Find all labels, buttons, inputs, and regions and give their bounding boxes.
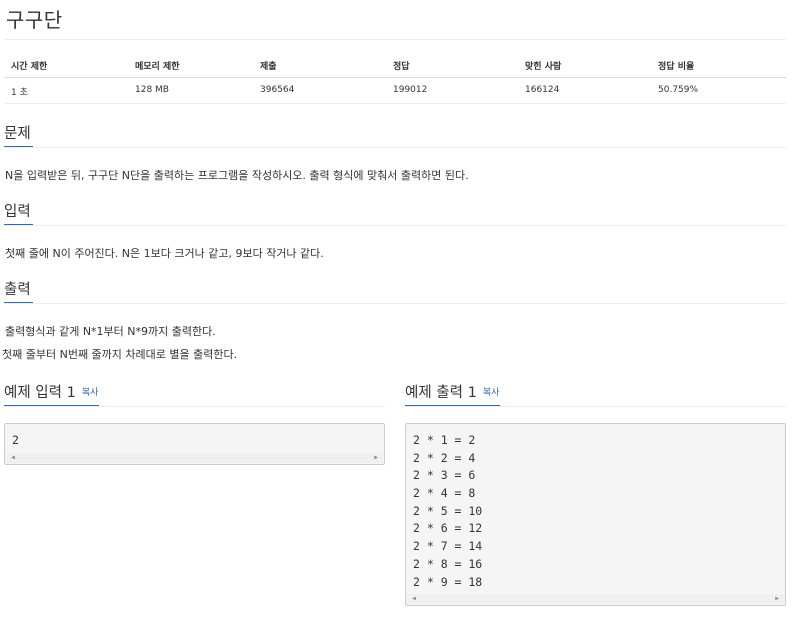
scroll-left-arrow-icon[interactable]: ◀ (409, 594, 419, 604)
sample-output-heading: 예제 출력 1 복사 (405, 381, 499, 402)
sample-output-line: 2 * 6 = 12 (413, 521, 483, 536)
sample-output-line: 2 * 2 = 4 (413, 450, 476, 465)
sample-output-line: 2 * 3 = 6 (413, 468, 476, 483)
input-divider (4, 225, 786, 226)
problem-info-table: 시간 제한 메모리 제한 제출 정답 맞힌 사람 정답 비율 1 초 128 M… (4, 53, 786, 104)
header-memory-limit: 메모리 제한 (135, 62, 180, 72)
problem-info-value-row: 1 초 128 MB 396564 199012 166124 50.759% (4, 79, 786, 104)
sample-input-scrollbar[interactable]: ◀ ▶ (6, 453, 383, 463)
sample-output-title: 예제 출력 1 (405, 385, 477, 401)
description-heading: 문제 (4, 126, 31, 142)
description-text: N을 입력받은 뒤, 구구단 N단을 출력하는 프로그램을 작성하시오. 출력 … (5, 169, 469, 182)
sample-output-box[interactable]: 2 * 1 = 2 2 * 2 = 4 2 * 3 = 6 2 * 4 = 8 2 * … (405, 423, 786, 606)
header-submissions: 제출 (260, 62, 277, 72)
value-memory-limit: 128 MB (135, 85, 169, 95)
sample-output-copy-link[interactable]: 복사 (483, 388, 500, 398)
problem-page: 구구단 시간 제한 메모리 제한 제출 정답 맞힌 사람 정답 비율 1 초 1… (0, 0, 800, 628)
value-submissions: 396564 (260, 85, 295, 95)
description-divider (4, 147, 786, 148)
problem-title: 구구단 (6, 8, 63, 32)
sample-output-line: 2 * 7 = 14 (413, 539, 483, 554)
sample-input-title: 예제 입력 1 (4, 385, 76, 401)
scroll-left-arrow-icon[interactable]: ◀ (8, 453, 18, 463)
sample-output-line: 2 * 8 = 16 (413, 556, 483, 571)
header-solved-users: 맞힌 사람 (525, 62, 562, 72)
value-time-limit: 1 초 (11, 88, 28, 98)
sample-output-line: 2 * 5 = 10 (413, 503, 483, 518)
output-text-line-2: 첫째 줄부터 N번째 줄까지 차례대로 별을 출력한다. (2, 348, 238, 361)
sample-output-scrollbar[interactable]: ◀ ▶ (407, 594, 784, 604)
input-heading: 입력 (4, 204, 31, 220)
sample-input-divider (4, 406, 385, 407)
value-accept-ratio: 50.759% (658, 85, 699, 95)
title-divider (4, 39, 786, 40)
output-divider (4, 303, 786, 304)
sample-input-heading: 예제 입력 1 복사 (4, 381, 98, 402)
sample-output-divider (405, 406, 786, 407)
sample-output-line: 2 * 4 = 8 (413, 486, 476, 501)
sample-input-line: 2 (12, 433, 19, 447)
sample-input-lines: 2 (12, 432, 19, 450)
sample-output-line: 2 * 9 = 18 (413, 574, 483, 589)
header-accepted: 정답 (393, 62, 410, 72)
scroll-right-arrow-icon[interactable]: ▶ (371, 453, 381, 463)
input-text: 첫째 줄에 N이 주어진다. N은 1보다 크거나 같고, 9보다 작거나 같다… (5, 247, 324, 260)
sample-output-line: 2 * 1 = 2 (413, 433, 476, 447)
problem-info-header-row: 시간 제한 메모리 제한 제출 정답 맞힌 사람 정답 비율 (4, 53, 786, 78)
header-time-limit: 시간 제한 (11, 62, 48, 72)
output-heading: 출력 (4, 282, 31, 298)
scroll-right-arrow-icon[interactable]: ▶ (772, 594, 782, 604)
value-solved-users: 166124 (525, 85, 560, 95)
sample-input-copy-link[interactable]: 복사 (82, 388, 99, 398)
output-text-line-1: 출력형식과 같게 N*1부터 N*9까지 출력한다. (5, 325, 216, 338)
value-accepted: 199012 (393, 85, 428, 95)
header-accept-ratio: 정답 비율 (658, 62, 695, 72)
sample-output-lines: 2 * 1 = 2 2 * 2 = 4 2 * 3 = 6 2 * 4 = 8 2 * … (413, 432, 482, 591)
sample-input-box[interactable]: 2 ◀ ▶ (4, 423, 385, 465)
